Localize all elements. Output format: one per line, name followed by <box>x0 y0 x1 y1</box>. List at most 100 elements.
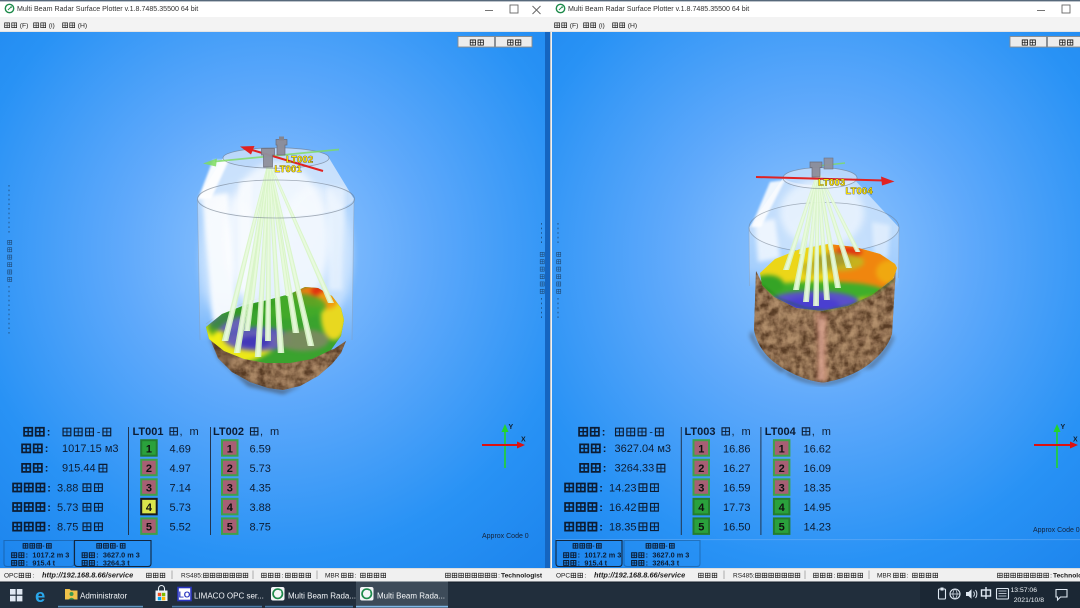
svg-text:MBR: MBR <box>325 573 340 580</box>
svg-text:Approx Code 0: Approx Code 0 <box>482 533 529 540</box>
svg-text:16.86: 16.86 <box>723 443 751 455</box>
svg-text:4.69: 4.69 <box>170 443 191 455</box>
svg-text:3.88: 3.88 <box>57 482 78 494</box>
svg-text:3627.04 м3: 3627.04 м3 <box>615 443 672 455</box>
svg-text:2: 2 <box>698 463 704 475</box>
svg-text:1: 1 <box>227 443 233 455</box>
svg-text:2: 2 <box>146 463 152 475</box>
svg-text:LIMACO OPC ser...: LIMACO OPC ser... <box>194 592 264 601</box>
svg-text:,: , <box>180 426 183 438</box>
svg-text:5.73: 5.73 <box>57 502 78 514</box>
svg-text:(i): (i) <box>599 23 605 30</box>
svg-text::: : <box>282 573 284 580</box>
svg-text:13:57:06: 13:57:06 <box>1011 587 1038 594</box>
svg-text:X: X <box>521 437 526 444</box>
svg-text:OPC: OPC <box>556 573 570 580</box>
svg-text:16.50: 16.50 <box>723 522 751 534</box>
svg-text:915.4 t: 915.4 t <box>32 558 55 567</box>
svg-text:(F): (F) <box>20 23 29 30</box>
svg-text::: : <box>47 521 51 533</box>
svg-text:http://192.168.8.66/service: http://192.168.8.66/service <box>594 571 685 580</box>
svg-text:5.52: 5.52 <box>170 522 191 534</box>
svg-text:LT004: LT004 <box>765 426 797 438</box>
svg-text:14.95: 14.95 <box>804 502 832 514</box>
svg-text::: : <box>646 558 648 567</box>
svg-text:Y: Y <box>1061 424 1066 431</box>
svg-text:915.44: 915.44 <box>62 463 96 475</box>
svg-text:Y: Y <box>509 424 514 431</box>
svg-text:(i): (i) <box>49 23 55 30</box>
svg-text::: : <box>1050 573 1052 580</box>
svg-text::: : <box>32 573 34 580</box>
svg-text:2: 2 <box>779 463 785 475</box>
svg-text:16.62: 16.62 <box>804 443 832 455</box>
svg-text:3: 3 <box>779 483 785 495</box>
svg-text:LT001: LT001 <box>275 164 302 174</box>
svg-text:RS485:: RS485: <box>181 573 203 580</box>
svg-text::: : <box>498 573 500 580</box>
svg-text:16.27: 16.27 <box>723 463 751 475</box>
svg-text:LT003: LT003 <box>818 178 845 188</box>
svg-text:1: 1 <box>698 443 704 455</box>
svg-text:8.75: 8.75 <box>250 522 271 534</box>
svg-text:LT004: LT004 <box>846 186 874 196</box>
svg-text:3: 3 <box>146 483 152 495</box>
svg-text::: : <box>603 463 607 475</box>
svg-text:MBR: MBR <box>877 573 892 580</box>
svg-text::: : <box>355 573 357 580</box>
svg-text:4.97: 4.97 <box>170 463 191 475</box>
svg-text:Multi Beam Rada...: Multi Beam Rada... <box>288 592 356 601</box>
svg-text:(F): (F) <box>570 23 579 30</box>
svg-text:3264.3 t: 3264.3 t <box>652 558 679 567</box>
svg-text:http://192.168.8.66/service: http://192.168.8.66/service <box>42 571 133 580</box>
svg-text:5.73: 5.73 <box>250 463 271 475</box>
svg-text:16.59: 16.59 <box>723 483 751 495</box>
svg-text:,: , <box>260 426 263 438</box>
svg-text::: : <box>96 558 98 567</box>
svg-text::: : <box>599 502 603 514</box>
svg-text:4: 4 <box>227 502 234 514</box>
svg-text:3: 3 <box>698 483 704 495</box>
svg-text::: : <box>47 502 51 514</box>
svg-text:4: 4 <box>146 502 153 514</box>
svg-text::: : <box>47 427 51 439</box>
svg-text:-: - <box>42 543 44 550</box>
svg-text:4: 4 <box>779 502 786 514</box>
svg-text:8.75: 8.75 <box>57 521 78 533</box>
svg-text:Approx Code 0: Approx Code 0 <box>1033 527 1080 534</box>
svg-text::: : <box>602 427 606 439</box>
svg-text:(H): (H) <box>78 23 87 30</box>
svg-text:6.59: 6.59 <box>250 443 271 455</box>
svg-text:2021/10/8: 2021/10/8 <box>1014 597 1044 604</box>
svg-text::: : <box>599 482 603 494</box>
svg-text:1: 1 <box>779 443 785 455</box>
svg-text:m: m <box>190 426 199 438</box>
svg-text:Multi Beam Rada...: Multi Beam Rada... <box>377 592 445 601</box>
svg-text:,: , <box>732 426 735 438</box>
svg-text:16.42: 16.42 <box>609 502 637 514</box>
svg-text:915.4 t: 915.4 t <box>584 558 607 567</box>
svg-text::: : <box>907 573 909 580</box>
svg-text:LO: LO <box>179 590 191 600</box>
svg-text::: : <box>834 573 836 580</box>
svg-text:m: m <box>742 426 751 438</box>
svg-text:LT001: LT001 <box>133 426 164 438</box>
svg-text:OPC: OPC <box>4 573 18 580</box>
svg-text:5.73: 5.73 <box>170 502 191 514</box>
svg-text:4.35: 4.35 <box>250 483 271 495</box>
svg-text::: : <box>603 443 607 455</box>
svg-text:m: m <box>270 426 279 438</box>
svg-text:RS485:: RS485: <box>733 573 755 580</box>
svg-text:Administrator: Administrator <box>80 592 127 601</box>
svg-text::: : <box>578 558 580 567</box>
svg-text:2: 2 <box>227 463 233 475</box>
svg-text:4: 4 <box>698 502 705 514</box>
svg-text:e: e <box>35 585 45 606</box>
svg-text:m: m <box>822 426 831 438</box>
svg-text::: : <box>45 443 49 455</box>
svg-text:18.35: 18.35 <box>609 521 637 533</box>
svg-text::: : <box>45 463 49 475</box>
svg-text:16.09: 16.09 <box>804 463 832 475</box>
svg-text:Multi Beam Radar Surface Plott: Multi Beam Radar Surface Plotter v.1.8.7… <box>17 5 198 13</box>
svg-text::: : <box>47 482 51 494</box>
